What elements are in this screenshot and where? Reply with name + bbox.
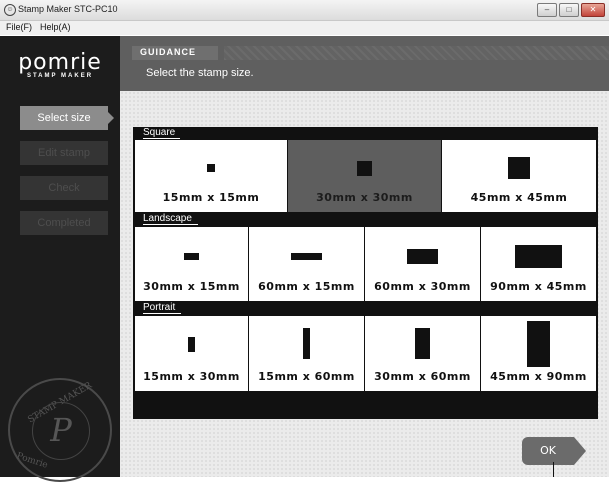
- nav-step-select-size[interactable]: Select size: [20, 106, 114, 130]
- section-square-header: Square: [133, 127, 598, 140]
- stamp-preview: [527, 321, 550, 367]
- guidance-banner: GUIDANCE Select the stamp size.: [120, 36, 609, 91]
- menu-help[interactable]: Help(A): [40, 22, 71, 32]
- section-portrait-header: Portrait: [133, 302, 598, 315]
- section-title-portrait: Portrait: [143, 302, 176, 313]
- size-panel: Square 15mm x 15mm 30mm x 30mm 45mm x 45…: [133, 127, 598, 419]
- guidance-tab: GUIDANCE: [132, 46, 218, 60]
- size-label: 15mm x 60mm: [258, 370, 355, 383]
- size-option-60x15[interactable]: 60mm x 15mm: [249, 227, 364, 301]
- maximize-button[interactable]: □: [559, 3, 579, 17]
- nav-step-check: Check: [20, 176, 108, 200]
- size-label: 15mm x 30mm: [143, 370, 240, 383]
- section-title-landscape: Landscape: [143, 213, 192, 224]
- size-label: 30mm x 60mm: [374, 370, 471, 383]
- size-option-45x90[interactable]: 45mm x 90mm: [481, 316, 596, 391]
- guidance-label: GUIDANCE: [140, 47, 197, 57]
- stamp-preview: [415, 328, 430, 359]
- stamp-app-icon: ☺: [4, 4, 16, 16]
- window-title: Stamp Maker STC-PC10: [18, 4, 118, 14]
- size-label: 60mm x 15mm: [258, 280, 355, 293]
- pointer-line: [553, 462, 554, 477]
- size-label: 45mm x 90mm: [490, 370, 587, 383]
- stamp-preview: [357, 161, 372, 176]
- stamp-seal-logo: STAMP MAKER P Pomrie: [8, 378, 112, 482]
- nav-step-completed: Completed: [20, 211, 108, 235]
- size-option-15x30[interactable]: 15mm x 30mm: [135, 316, 248, 391]
- stamp-preview: [184, 253, 199, 260]
- menu-file[interactable]: File(F): [6, 22, 32, 32]
- ok-button[interactable]: OK: [522, 437, 586, 465]
- stamp-preview: [291, 253, 322, 260]
- size-label: 45mm x 45mm: [470, 191, 568, 204]
- stamp-preview: [515, 245, 562, 268]
- seal-inner-ring: P: [32, 402, 90, 460]
- size-option-45x45[interactable]: 45mm x 45mm: [442, 140, 596, 212]
- nav-step-edit-stamp: Edit stamp: [20, 141, 108, 165]
- section-underline: [143, 224, 198, 225]
- section-underline: [143, 138, 180, 139]
- window-controls: – □ ✕: [537, 3, 605, 17]
- stamp-preview: [188, 337, 195, 352]
- guidance-text: Select the stamp size.: [146, 67, 254, 79]
- close-button[interactable]: ✕: [581, 3, 605, 17]
- brand-logo: pomrie STAMP MAKER: [0, 50, 120, 79]
- section-underline: [143, 313, 181, 314]
- size-option-30x30[interactable]: 30mm x 30mm: [288, 140, 441, 212]
- stamp-preview: [407, 249, 438, 264]
- size-option-90x45[interactable]: 90mm x 45mm: [481, 227, 596, 301]
- decorative-pattern: [224, 46, 609, 60]
- size-label: 90mm x 45mm: [490, 280, 587, 293]
- size-option-30x60[interactable]: 30mm x 60mm: [365, 316, 480, 391]
- stamp-preview: [303, 328, 310, 359]
- menu-bar: File(F) Help(A): [0, 21, 609, 35]
- title-bar: ☺ Stamp Maker STC-PC10 – □ ✕: [0, 0, 609, 21]
- size-option-60x30[interactable]: 60mm x 30mm: [365, 227, 480, 301]
- stamp-preview: [207, 164, 215, 172]
- size-option-15x15[interactable]: 15mm x 15mm: [135, 140, 287, 212]
- section-landscape-header: Landscape: [133, 213, 598, 226]
- size-option-15x60[interactable]: 15mm x 60mm: [249, 316, 364, 391]
- section-title-square: Square: [143, 127, 176, 138]
- size-label: 15mm x 15mm: [162, 191, 260, 204]
- size-label: 60mm x 30mm: [374, 280, 471, 293]
- size-label: 30mm x 15mm: [143, 280, 240, 293]
- stamp-preview: [508, 157, 530, 179]
- size-label: 30mm x 30mm: [316, 191, 413, 204]
- seal-letter: P: [50, 411, 72, 449]
- size-option-30x15[interactable]: 30mm x 15mm: [135, 227, 248, 301]
- minimize-button[interactable]: –: [537, 3, 557, 17]
- logo-wordmark: pomrie: [18, 50, 102, 75]
